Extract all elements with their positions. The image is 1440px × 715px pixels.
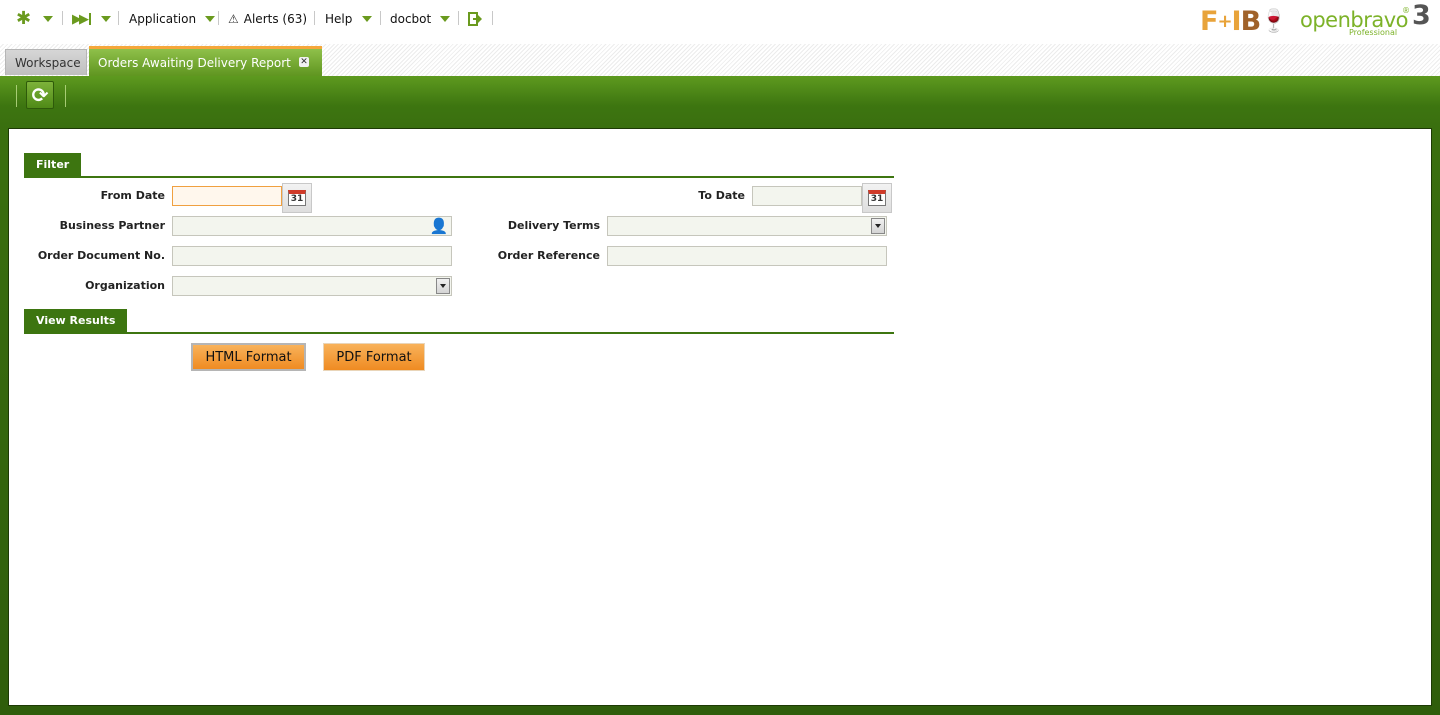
- warning-icon: ⚠: [228, 12, 239, 26]
- refresh-button[interactable]: ⟳: [26, 81, 54, 109]
- fast-forward-icon[interactable]: ▶▶: [72, 12, 89, 27]
- chevron-down-icon[interactable]: [440, 16, 451, 22]
- application-menu[interactable]: Application: [129, 10, 216, 28]
- order-document-no-label: Order Document No.: [37, 249, 165, 262]
- nav-divider: [492, 11, 493, 25]
- organization-label: Organization: [85, 279, 165, 292]
- chevron-down-icon[interactable]: [43, 16, 54, 22]
- chevron-down-icon[interactable]: [362, 16, 373, 22]
- delivery-terms-label: Delivery Terms: [507, 219, 600, 232]
- alerts-label[interactable]: Alerts (63): [244, 12, 307, 26]
- html-format-button[interactable]: HTML Format: [191, 343, 306, 371]
- order-document-no-field[interactable]: [172, 246, 452, 266]
- quick-create-icon[interactable]: ✱: [16, 10, 31, 28]
- openbravo-logo: openbravo ® 3 Professional: [1300, 0, 1432, 40]
- order-reference-label: Order Reference: [497, 249, 600, 262]
- from-date-label: From Date: [100, 189, 165, 202]
- to-date-label: To Date: [698, 189, 745, 202]
- bar-icon: [89, 13, 91, 25]
- toolbar-divider: [65, 85, 66, 107]
- tab-report-label[interactable]: Orders Awaiting Delivery Report: [98, 56, 291, 70]
- refresh-icon[interactable]: ⟳: [32, 83, 49, 107]
- nav-divider: [62, 11, 63, 25]
- business-partner-search-button[interactable]: 👤: [426, 216, 452, 236]
- html-format-button-label[interactable]: HTML Format: [205, 350, 291, 365]
- user-menu[interactable]: docbot: [390, 10, 451, 28]
- from-date-calendar-button[interactable]: 31: [282, 183, 312, 213]
- nav-divider: [218, 11, 219, 25]
- chevron-down-icon[interactable]: [101, 16, 111, 22]
- chevron-down-icon[interactable]: [205, 16, 216, 22]
- quick-launch-recent-menu[interactable]: ▶▶: [72, 10, 111, 28]
- calendar-icon[interactable]: 31: [288, 190, 306, 206]
- order-reference-field[interactable]: [607, 246, 887, 266]
- pdf-format-button-label[interactable]: PDF Format: [336, 350, 411, 365]
- logout-icon[interactable]: [468, 12, 483, 26]
- openbravo-edition: Professional: [1349, 28, 1398, 37]
- to-date-field[interactable]: [752, 186, 862, 206]
- pdf-format-button[interactable]: PDF Format: [323, 343, 425, 371]
- tab-strip: Workspace Orders Awaiting Delivery Repor…: [0, 44, 1440, 76]
- filter-section-title: Filter: [24, 153, 82, 176]
- from-date-field[interactable]: [172, 186, 282, 206]
- to-date-calendar-button[interactable]: 31: [862, 183, 892, 213]
- close-tab-icon[interactable]: ✕: [299, 57, 309, 67]
- filter-section-header: Filter: [24, 153, 894, 178]
- top-navigation-bar: ✱ ▶▶ Application ⚠ Alerts (63) Help docb…: [0, 0, 1440, 40]
- organization-select[interactable]: [172, 276, 452, 296]
- report-panel: [8, 128, 1432, 706]
- alerts-menu[interactable]: ⚠ Alerts (63): [228, 10, 307, 28]
- calendar-icon[interactable]: 31: [868, 190, 886, 206]
- tab-workspace-label[interactable]: Workspace: [15, 56, 81, 70]
- registered-icon: ®: [1402, 6, 1410, 15]
- fb-company-logo: F + I B 🍷: [1200, 5, 1288, 37]
- help-menu-label[interactable]: Help: [325, 12, 352, 26]
- view-results-section-title: View Results: [24, 309, 128, 332]
- nav-divider: [380, 11, 381, 25]
- quick-launch-menu[interactable]: ✱: [16, 10, 54, 28]
- logout-button[interactable]: [468, 10, 483, 28]
- toolbar-divider: [16, 85, 17, 107]
- business-partner-label: Business Partner: [59, 219, 165, 232]
- chevron-down-icon[interactable]: [875, 224, 881, 228]
- delivery-terms-dropdown-button[interactable]: [871, 218, 885, 234]
- chevron-down-icon[interactable]: [440, 284, 446, 288]
- user-menu-label[interactable]: docbot: [390, 12, 431, 26]
- nav-divider: [458, 11, 459, 25]
- tab-workspace[interactable]: Workspace: [5, 49, 87, 75]
- nav-divider: [118, 11, 119, 25]
- openbravo-version: 3: [1412, 0, 1431, 31]
- help-menu[interactable]: Help: [325, 10, 373, 28]
- view-results-section-header: View Results: [24, 309, 894, 334]
- tab-orders-awaiting-delivery[interactable]: Orders Awaiting Delivery Report ✕: [89, 46, 322, 76]
- delivery-terms-select[interactable]: [607, 216, 887, 236]
- business-partner-search-icon[interactable]: 👤: [430, 217, 449, 235]
- organization-dropdown-button[interactable]: [436, 278, 450, 294]
- application-menu-label[interactable]: Application: [129, 12, 196, 26]
- filter-section-rule: [24, 176, 894, 178]
- nav-divider: [314, 11, 315, 25]
- view-results-section-rule: [24, 332, 894, 334]
- business-partner-field[interactable]: [172, 216, 452, 236]
